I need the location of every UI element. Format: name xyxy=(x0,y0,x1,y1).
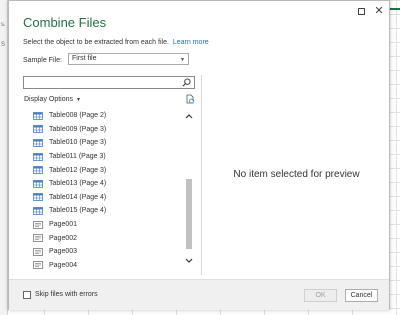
page-icon xyxy=(33,234,43,243)
navigator-item[interactable]: Page002 xyxy=(33,231,181,245)
navigator-item[interactable]: Table013 (Page 4) xyxy=(33,177,181,191)
table-icon xyxy=(33,166,43,175)
close-button[interactable]: ✕ xyxy=(373,5,385,17)
dialog-title: Combine Files xyxy=(23,15,107,30)
table-icon xyxy=(33,139,43,147)
navigator-item-label: Page002 xyxy=(49,234,78,242)
table-icon xyxy=(33,207,43,215)
sample-file-value: First file xyxy=(72,55,97,62)
navigator-item-label: Table010 (Page 3) xyxy=(49,139,107,147)
caret-down-icon: ▼ xyxy=(76,97,81,103)
navigator-item[interactable]: Table014 (Page 4) xyxy=(33,191,181,205)
display-options-label: Display Options xyxy=(24,96,74,103)
navigator-item[interactable]: Table015 (Page 4) xyxy=(33,204,181,218)
display-options-menu[interactable]: Display Options ▼ xyxy=(24,96,81,103)
sample-file-select[interactable]: First file ▼ xyxy=(68,53,189,65)
navigator-item-label: Table008 (Page 2) xyxy=(49,112,107,120)
page-icon xyxy=(33,247,43,256)
navigator-item-label: Page001 xyxy=(49,221,78,229)
navigator-item[interactable]: Table012 (Page 3) xyxy=(33,163,181,177)
navigator-list: Table008 (Page 2) Table009 (Page 3) Table0… xyxy=(33,109,181,277)
page-icon xyxy=(33,220,43,229)
table-icon xyxy=(33,193,43,202)
ok-button[interactable]: OK xyxy=(304,289,337,302)
navigator-item-label: Table013 (Page 4) xyxy=(49,180,107,188)
navigator-item[interactable]: Table008 (Page 2) xyxy=(33,109,181,123)
navigator-item[interactable]: Table010 (Page 3) xyxy=(33,136,181,150)
search-icon[interactable] xyxy=(182,78,191,87)
excel-text-fragment: s. xyxy=(1,22,6,28)
navigator-item[interactable]: Page004 xyxy=(33,259,181,273)
chevron-down-icon: ▼ xyxy=(180,57,185,63)
navigator-item-label: Page003 xyxy=(49,248,78,256)
chevron-down-icon[interactable] xyxy=(184,256,194,266)
navigator-item-label: Table009 (Page 3) xyxy=(49,125,107,133)
table-icon xyxy=(33,179,43,188)
table-icon xyxy=(33,111,43,120)
excel-text-fragment: S xyxy=(1,42,6,48)
skip-errors-checkbox[interactable] xyxy=(23,291,31,299)
navigator-item[interactable]: Table009 (Page 3) xyxy=(33,123,181,137)
scroll-thumb[interactable] xyxy=(186,179,192,249)
dialog-footer: Skip files with errors OK Cancel xyxy=(9,279,389,310)
navigator-item-label: Table012 (Page 3) xyxy=(49,166,107,174)
table-icon xyxy=(33,125,43,134)
page-icon xyxy=(33,261,43,270)
navigator-item[interactable]: Page003 xyxy=(33,245,181,259)
window-controls: ✕ xyxy=(355,5,385,17)
table-icon xyxy=(33,152,43,161)
navigator-item-label: Table015 (Page 4) xyxy=(49,207,107,215)
sample-file-label: Sample File: xyxy=(23,57,62,64)
navigator-item-label: Page004 xyxy=(49,261,78,269)
learn-more-link[interactable]: Learn more xyxy=(173,39,209,46)
navigator-scrollbar[interactable] xyxy=(184,109,194,271)
chevron-up-icon[interactable] xyxy=(184,111,194,121)
search-input[interactable] xyxy=(23,76,195,89)
refresh-icon[interactable] xyxy=(185,94,195,104)
maximize-button[interactable] xyxy=(355,5,367,17)
close-icon: ✕ xyxy=(374,5,384,17)
preview-empty-message: No item selected for preview xyxy=(233,169,360,180)
subtitle-text: Select the object to be extracted from e… xyxy=(23,39,169,46)
navigator-item[interactable]: Page001 xyxy=(33,218,181,232)
navigator-item[interactable]: Table011 (Page 3) xyxy=(33,150,181,164)
dialog-subtitle: Select the object to be extracted from e… xyxy=(23,39,209,46)
skip-errors-label: Skip files with errors xyxy=(35,291,98,298)
cancel-button[interactable]: Cancel xyxy=(345,289,378,302)
combine-files-dialog: ✕ Combine Files Select the object to be … xyxy=(8,0,390,310)
navigator-item-label: Table014 (Page 4) xyxy=(49,193,107,201)
maximize-icon xyxy=(357,7,365,15)
navigator-item-label: Table011 (Page 3) xyxy=(49,153,106,161)
